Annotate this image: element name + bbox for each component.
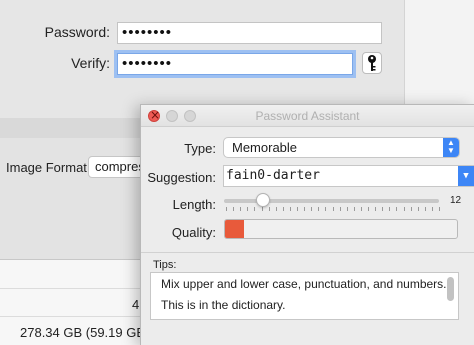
quality-meter — [224, 219, 458, 239]
slider-tick — [311, 207, 312, 211]
slider-tick — [425, 207, 426, 211]
slider-tick — [361, 207, 362, 211]
dialog-side-strip — [404, 0, 474, 108]
tip-text: This is in the dictionary. — [161, 298, 286, 312]
slider-tick — [432, 207, 433, 211]
type-popup[interactable]: Memorable ▲ ▼ — [223, 137, 460, 158]
verify-field[interactable]: •••••••• — [117, 53, 353, 75]
type-label: Type: — [184, 141, 216, 156]
slider-tick — [382, 207, 383, 211]
password-label: Password: — [44, 24, 110, 40]
chevron-updown-icon: ▲ ▼ — [443, 138, 459, 157]
suggestion-label: Suggestion: — [147, 170, 216, 185]
slider-tick — [254, 207, 255, 211]
slider-tick — [262, 207, 263, 211]
slider-tick — [389, 207, 390, 211]
type-value: Memorable — [232, 140, 298, 155]
slider-tick — [304, 207, 305, 211]
suggestion-value: fain0-darter — [226, 168, 320, 183]
slider-tick — [233, 207, 234, 211]
slider-tick — [247, 207, 248, 211]
slider-tick — [396, 207, 397, 211]
slider-tick — [439, 207, 440, 211]
verify-label: Verify: — [71, 55, 110, 71]
slider-tick — [411, 207, 412, 211]
quality-meter-fill — [225, 220, 244, 238]
slider-tick — [297, 207, 298, 211]
length-max-label: 12 — [450, 195, 462, 206]
disk-value-fragment: 4 — [132, 297, 140, 312]
slider-tick — [226, 207, 227, 211]
password-assistant-key-button[interactable] — [362, 52, 382, 74]
tip-text: Mix upper and lower case, punctuation, a… — [161, 277, 447, 291]
slider-tick — [333, 207, 334, 211]
slider-tick — [276, 207, 277, 211]
window-title: Password Assistant — [255, 109, 360, 123]
slider-tick — [283, 207, 284, 211]
suggestion-combobox[interactable]: fain0-darter ▼ — [223, 165, 474, 187]
row-divider — [0, 316, 150, 317]
tips-box: Mix upper and lower case, punctuation, a… — [150, 272, 459, 320]
slider-tick — [404, 207, 405, 211]
row-divider — [0, 288, 150, 289]
slider-tick — [290, 207, 291, 211]
image-format-label: Image Format: — [6, 160, 91, 175]
title-bar[interactable]: Password Assistant — [141, 105, 474, 127]
slider-tick — [269, 207, 270, 211]
slider-tick — [354, 207, 355, 211]
clipped-label — [6, 132, 66, 142]
tips-scrollbar[interactable] — [447, 277, 454, 301]
length-slider-thumb[interactable] — [256, 193, 270, 207]
password-field[interactable]: •••••••• — [117, 22, 382, 44]
slider-tick — [340, 207, 341, 211]
slider-tick — [318, 207, 319, 211]
length-label: Length: — [172, 197, 216, 212]
chevron-down-icon[interactable]: ▼ — [458, 166, 474, 186]
length-slider-ticks — [226, 207, 440, 211]
slider-tick — [325, 207, 326, 211]
key-icon — [368, 55, 376, 71]
slider-tick — [347, 207, 348, 211]
slider-tick — [240, 207, 241, 211]
tips-label: Tips: — [153, 259, 177, 271]
slider-tick — [368, 207, 369, 211]
slider-tick — [375, 207, 376, 211]
quality-label: Quality: — [171, 225, 216, 240]
slider-tick — [418, 207, 419, 211]
tips-divider — [141, 252, 474, 253]
